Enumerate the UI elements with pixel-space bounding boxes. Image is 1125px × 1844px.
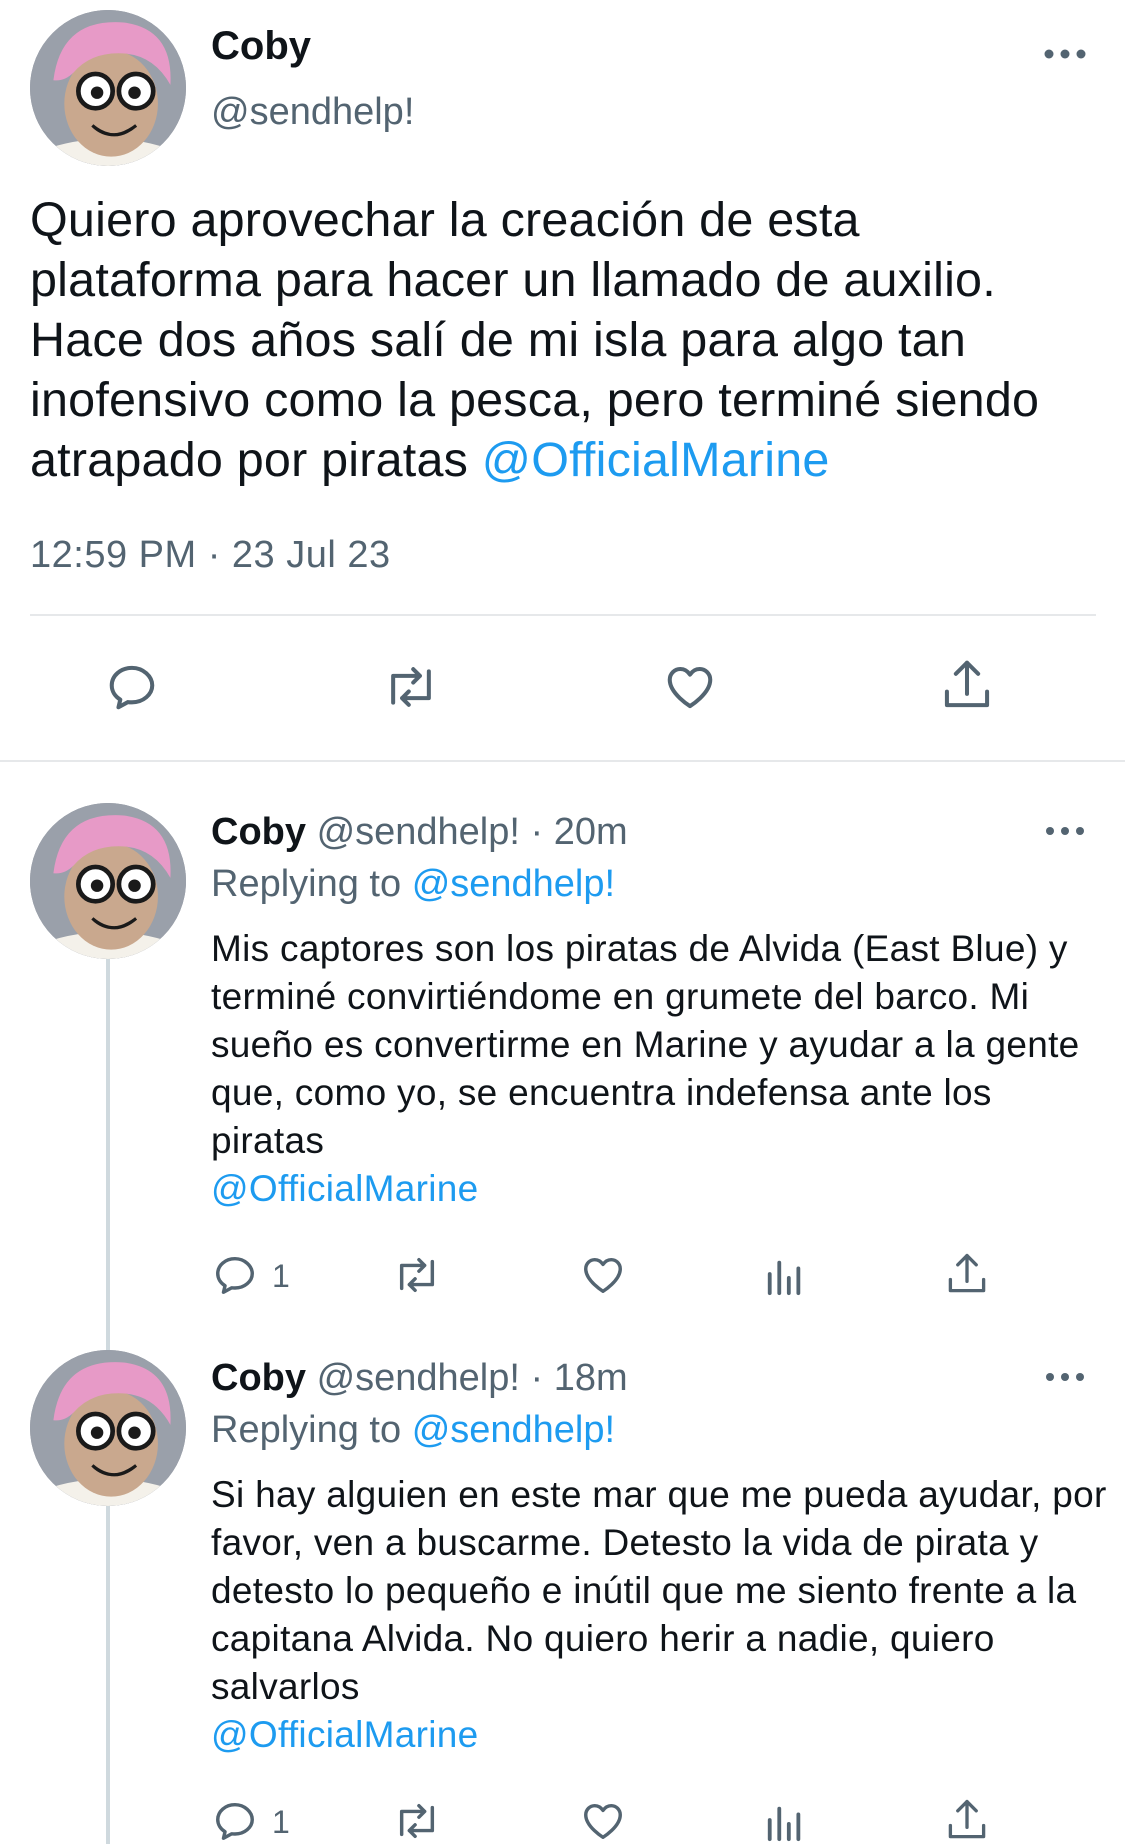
avatar[interactable] (30, 803, 186, 959)
reply-text: Si hay alguien en este mar que me pueda … (211, 1471, 1111, 1759)
divider (0, 760, 1125, 762)
tweet-timestamp[interactable]: 12:59 PM · 23 Jul 23 (30, 532, 391, 578)
retweet-icon[interactable] (392, 1798, 442, 1844)
reply-body: Si hay alguien en este mar que me pueda … (211, 1474, 1107, 1707)
avatar-image (30, 1350, 186, 1506)
relative-time[interactable]: · 18m (531, 1357, 628, 1399)
mention-link[interactable]: @OfficialMarine (211, 1168, 479, 1209)
user-handle[interactable]: @sendhelp! (317, 811, 520, 853)
more-options-icon[interactable] (1045, 1367, 1085, 1387)
analytics-icon[interactable] (763, 1801, 807, 1843)
relative-time[interactable]: · 20m (531, 811, 628, 853)
share-icon[interactable] (944, 1250, 990, 1298)
analytics-icon[interactable] (763, 1255, 807, 1297)
replying-to-line: Replying to @sendhelp! (211, 861, 615, 907)
replying-to-line: Replying to @sendhelp! (211, 1407, 615, 1453)
reply-count: 1 (272, 1258, 290, 1294)
more-options-icon[interactable] (1043, 42, 1087, 66)
display-name[interactable]: Coby (211, 22, 311, 70)
reply-icon[interactable] (212, 1252, 258, 1298)
avatar[interactable] (30, 1350, 186, 1506)
user-handle[interactable]: @sendhelp! (317, 1357, 520, 1399)
share-icon[interactable] (944, 1796, 990, 1844)
mention-link[interactable]: @OfficialMarine (211, 1714, 479, 1755)
like-icon[interactable] (579, 1798, 627, 1844)
share-icon[interactable] (940, 656, 994, 714)
user-handle[interactable]: @sendhelp! (211, 89, 414, 135)
display-name[interactable]: Coby (211, 1357, 306, 1399)
reply-icon[interactable] (212, 1798, 258, 1844)
divider (30, 614, 1096, 616)
display-name[interactable]: Coby (211, 811, 306, 853)
like-icon[interactable] (662, 660, 718, 714)
avatar[interactable] (30, 10, 186, 166)
mention-link[interactable]: @OfficialMarine (482, 433, 830, 487)
reply-text: Mis captores son los piratas de Alvida (… (211, 925, 1111, 1213)
avatar-image (30, 803, 186, 959)
reply-header: Coby @sendhelp! · 20m (211, 809, 628, 855)
avatar-image (30, 10, 186, 166)
reply-icon[interactable] (105, 660, 159, 714)
replying-to-mention[interactable]: @sendhelp! (412, 1409, 615, 1451)
like-icon[interactable] (579, 1252, 627, 1298)
retweet-icon[interactable] (392, 1252, 442, 1298)
tweet-text: Quiero aprovechar la creación de esta pl… (30, 190, 1100, 490)
reply-count: 1 (272, 1804, 290, 1840)
replying-to-label: Replying to (211, 1409, 402, 1451)
reply-header: Coby @sendhelp! · 18m (211, 1355, 628, 1401)
reply-body: Mis captores son los piratas de Alvida (… (211, 928, 1080, 1161)
replying-to-label: Replying to (211, 863, 402, 905)
retweet-icon[interactable] (382, 660, 440, 714)
more-options-icon[interactable] (1045, 821, 1085, 841)
replying-to-mention[interactable]: @sendhelp! (412, 863, 615, 905)
